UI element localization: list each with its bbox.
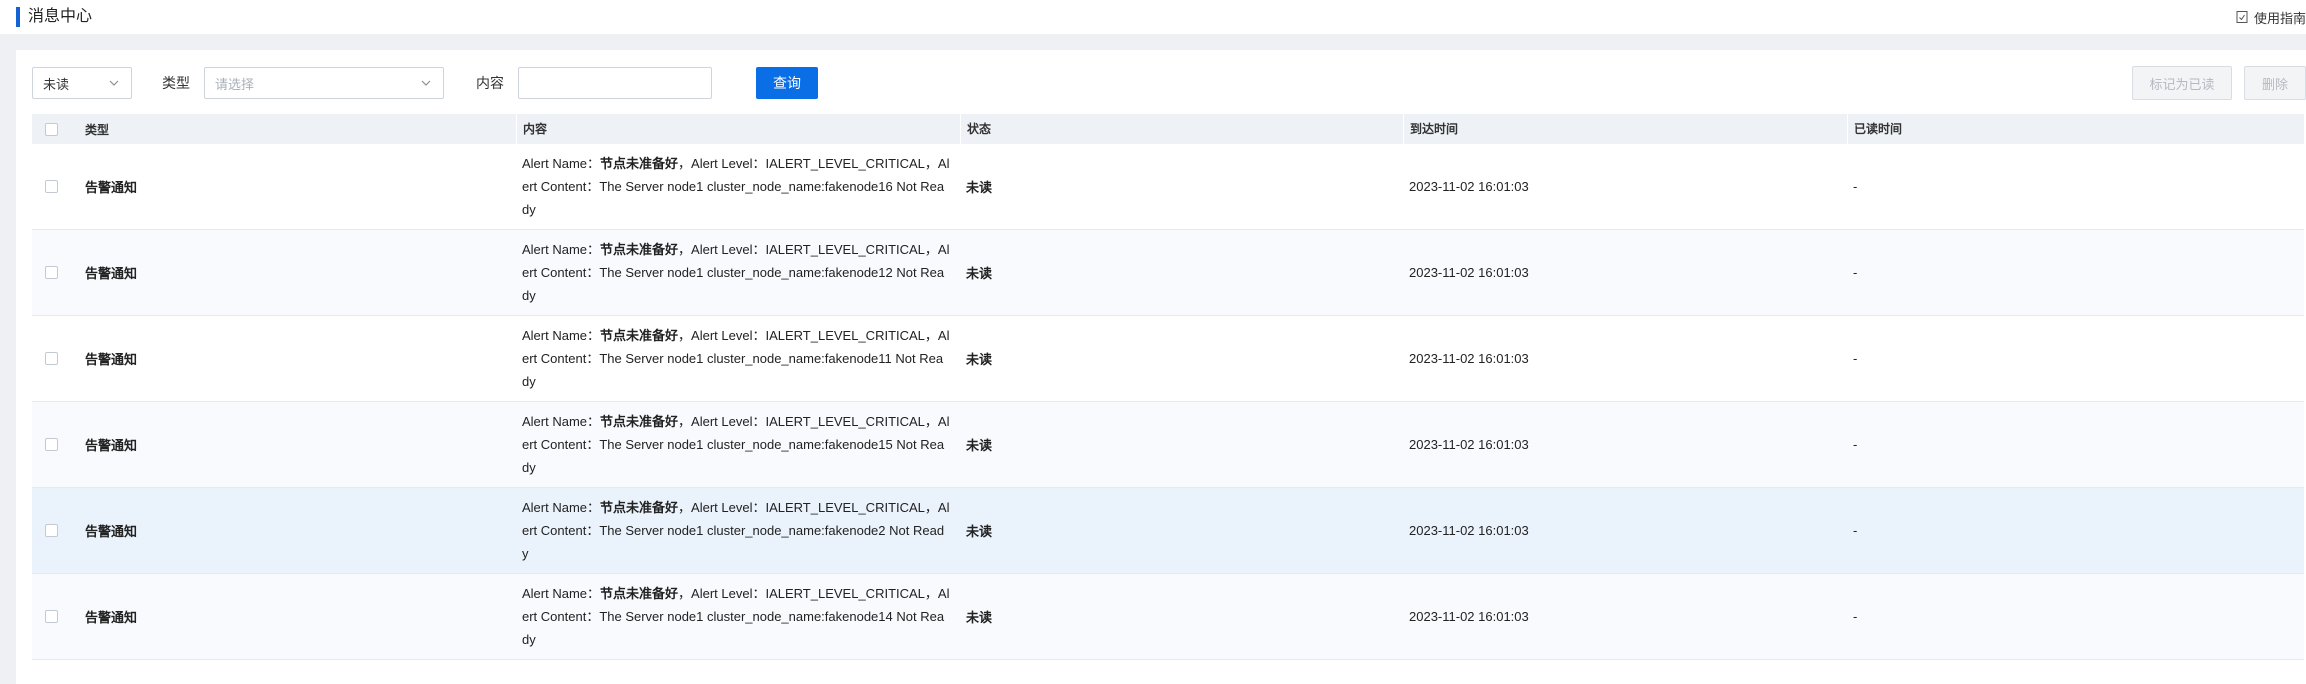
alert-name: 节点未准备好	[600, 242, 679, 257]
title-accent-bar	[16, 7, 20, 27]
select-all-checkbox[interactable]	[45, 122, 58, 136]
row-content: Alert Name：节点未准备好，Alert Level：IALERT_LEV…	[516, 496, 960, 565]
row-read-time: -	[1853, 265, 1858, 280]
table-row[interactable]: 告警通知 Alert Name：节点未准备好，Alert Level：IALER…	[32, 402, 2304, 488]
row-checkbox[interactable]	[45, 524, 58, 537]
type-select-placeholder: 请选择	[215, 76, 255, 92]
user-guide-link[interactable]: 使用指南	[2236, 8, 2306, 26]
row-status: 未读	[966, 610, 993, 625]
row-read-time: -	[1853, 437, 1858, 452]
top-bar: 消息中心 使用指南	[0, 0, 2306, 34]
row-content: Alert Name：节点未准备好，Alert Level：IALERT_LEV…	[516, 152, 960, 221]
row-status: 未读	[966, 438, 993, 453]
row-arrival-time: 2023-11-02 16:01:03	[1409, 523, 1529, 538]
row-checkbox[interactable]	[45, 610, 58, 623]
row-content: Alert Name：节点未准备好，Alert Level：IALERT_LEV…	[516, 238, 960, 307]
row-arrival-time: 2023-11-02 16:01:03	[1409, 609, 1529, 624]
content-prefix: Alert Name：	[522, 414, 601, 429]
content-prefix: Alert Name：	[522, 242, 601, 257]
row-status: 未读	[966, 524, 993, 539]
row-checkbox[interactable]	[45, 180, 58, 193]
read-status-value: 未读	[43, 76, 70, 92]
filter-bar: 未读 类型 请选择 内容 查询	[32, 67, 818, 99]
content-label: 内容	[476, 75, 504, 91]
row-type: 告警通知	[85, 610, 138, 625]
column-header-type[interactable]: 类型	[71, 121, 516, 138]
select-all-cell	[32, 122, 71, 136]
table-row[interactable]: 告警通知 Alert Name：节点未准备好，Alert Level：IALER…	[32, 316, 2304, 402]
content-prefix: Alert Name：	[522, 156, 601, 171]
row-type: 告警通知	[85, 524, 138, 539]
row-checkbox[interactable]	[45, 266, 58, 279]
page-title: 消息中心	[28, 8, 93, 25]
row-arrival-time: 2023-11-02 16:01:03	[1409, 437, 1529, 452]
table-row[interactable]: 告警通知 Alert Name：节点未准备好，Alert Level：IALER…	[32, 574, 2304, 660]
query-button[interactable]: 查询	[756, 67, 818, 99]
table-row[interactable]: 告警通知 Alert Name：节点未准备好，Alert Level：IALER…	[32, 488, 2304, 574]
content-search-input[interactable]	[518, 67, 712, 99]
type-label: 类型	[162, 75, 190, 91]
row-checkbox[interactable]	[45, 438, 58, 451]
content-prefix: Alert Name：	[522, 586, 601, 601]
row-read-time: -	[1853, 179, 1858, 194]
read-status-select[interactable]: 未读	[32, 67, 132, 99]
row-arrival-time: 2023-11-02 16:01:03	[1409, 351, 1529, 366]
row-checkbox[interactable]	[45, 352, 58, 365]
table-row[interactable]: 告警通知 Alert Name：节点未准备好，Alert Level：IALER…	[32, 230, 2304, 316]
chevron-down-icon	[421, 80, 431, 86]
row-arrival-time: 2023-11-02 16:01:03	[1409, 265, 1529, 280]
row-type: 告警通知	[85, 438, 138, 453]
message-table: 类型 内容 状态 到达时间 已读时间 告警通知 Alert Name：节点未准备…	[32, 114, 2304, 660]
row-type: 告警通知	[85, 352, 138, 367]
table-row[interactable]: 告警通知 Alert Name：节点未准备好，Alert Level：IALER…	[32, 144, 2304, 230]
alert-name: 节点未准备好	[600, 156, 679, 171]
mark-read-button[interactable]: 标记为已读	[2132, 66, 2232, 100]
row-type: 告警通知	[85, 180, 138, 195]
alert-name: 节点未准备好	[600, 414, 679, 429]
message-panel: 未读 类型 请选择 内容 查询 标记为已读 删除 类型 内容 状态 到达时间 已…	[16, 50, 2306, 684]
row-read-time: -	[1853, 609, 1858, 624]
row-read-time: -	[1853, 351, 1858, 366]
row-arrival-time: 2023-11-02 16:01:03	[1409, 179, 1529, 194]
row-read-time: -	[1853, 523, 1858, 538]
alert-name: 节点未准备好	[600, 586, 679, 601]
alert-name: 节点未准备好	[600, 500, 679, 515]
table-header: 类型 内容 状态 到达时间 已读时间	[32, 114, 2304, 144]
column-header-status[interactable]: 状态	[960, 114, 1403, 144]
row-status: 未读	[966, 352, 993, 367]
column-header-read-time[interactable]: 已读时间	[1847, 114, 2304, 144]
delete-button[interactable]: 删除	[2244, 66, 2306, 100]
row-type: 告警通知	[85, 266, 138, 281]
section-separator	[0, 34, 2306, 50]
column-header-content[interactable]: 内容	[516, 114, 960, 144]
row-status: 未读	[966, 180, 993, 195]
action-buttons: 标记为已读 删除	[2120, 66, 2306, 100]
row-content: Alert Name：节点未准备好，Alert Level：IALERT_LEV…	[516, 410, 960, 479]
document-icon	[2236, 11, 2248, 23]
chevron-down-icon	[109, 80, 119, 86]
row-content: Alert Name：节点未准备好，Alert Level：IALERT_LEV…	[516, 324, 960, 393]
alert-name: 节点未准备好	[600, 328, 679, 343]
row-status: 未读	[966, 266, 993, 281]
column-header-arrival-time[interactable]: 到达时间	[1403, 114, 1847, 144]
content-prefix: Alert Name：	[522, 500, 601, 515]
type-select[interactable]: 请选择	[204, 67, 444, 99]
user-guide-label: 使用指南	[2253, 10, 2306, 26]
content-prefix: Alert Name：	[522, 328, 601, 343]
row-content: Alert Name：节点未准备好，Alert Level：IALERT_LEV…	[516, 582, 960, 651]
